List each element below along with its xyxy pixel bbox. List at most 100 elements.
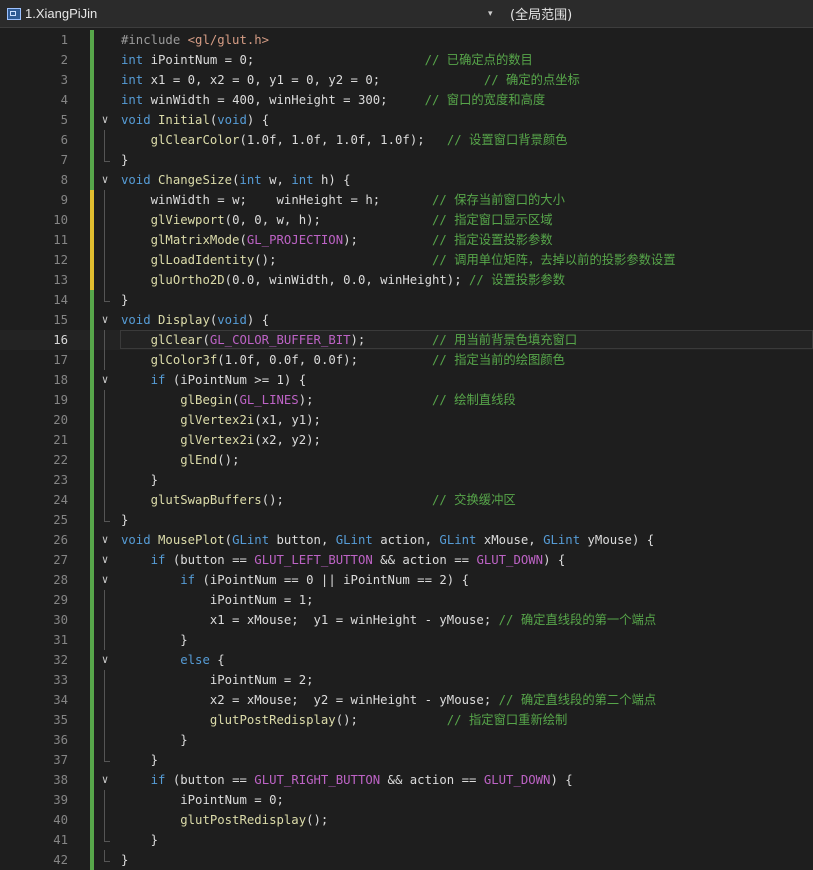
code-text: if (button == GLUT_LEFT_BUTTON && action… [150,553,566,567]
code-line[interactable]: 40 glutPostRedisplay(); [0,810,813,830]
code-line[interactable]: 30 x1 = xMouse; y1 = winHeight - yMouse;… [0,610,813,630]
change-indicator [90,730,94,750]
code-line[interactable]: 11 glMatrixMode(GL_PROJECTION); // 指定设置投… [0,230,813,250]
project-name: 1.XiangPiJin [25,6,98,21]
code-line[interactable]: 8 ∨ void ChangeSize(int w, int h) { [0,170,813,190]
code-text: iPointNum = 1; [209,593,314,607]
code-editor[interactable]: 1 #include <gl/glut.h> 2 int iPointNum = 0;… [0,28,813,870]
fold-end [100,150,110,170]
fold-guide [100,190,110,210]
scope-dropdown[interactable]: (全局范围) [496,0,813,27]
collapse-chevron-icon[interactable]: ∨ [100,310,110,330]
code-text: if (iPointNum >= 1) { [150,373,307,387]
code-line[interactable]: 23 } [0,470,813,490]
chevron-down-icon[interactable]: ▾ [488,9,493,19]
code-line[interactable]: 36 } [0,730,813,750]
line-number: 9 [60,193,68,207]
code-line[interactable]: 34 x2 = xMouse; y2 = winHeight - yMouse;… [0,690,813,710]
change-indicator [90,770,94,790]
code-line[interactable]: 13 gluOrtho2D(0.0, winWidth, 0.0, winHei… [0,270,813,290]
collapse-chevron-icon[interactable]: ∨ [100,370,110,390]
change-indicator [90,430,94,450]
fold-end [100,510,110,530]
code-line[interactable]: 27 ∨ if (button == GLUT_LEFT_BUTTON && ac… [0,550,813,570]
code-line[interactable]: 6 glClearColor(1.0f, 1.0f, 1.0f, 1.0f); … [0,130,813,150]
fold-guide [100,690,110,710]
fold-guide [100,450,110,470]
code-text: glutPostRedisplay(); // 指定窗口重新绘制 [209,713,568,727]
fold-guide [100,410,110,430]
code-line[interactable]: 10 glViewport(0, 0, w, h); // 指定窗口显示区域 [0,210,813,230]
code-line[interactable]: 31 } [0,630,813,650]
collapse-chevron-icon[interactable]: ∨ [100,570,110,590]
line-number: 22 [53,453,68,467]
code-line[interactable]: 4 int winWidth = 400, winHeight = 300; //… [0,90,813,110]
code-line[interactable]: 24 glutSwapBuffers(); // 交换缓冲区 [0,490,813,510]
line-number: 7 [60,153,68,167]
line-number: 13 [53,273,68,287]
code-line[interactable]: 20 glVertex2i(x1, y1); [0,410,813,430]
fold-guide [100,810,110,830]
collapse-chevron-icon[interactable]: ∨ [100,550,110,570]
line-number: 28 [53,573,68,587]
code-text: } [121,753,159,767]
code-text: gluOrtho2D(0.0, winWidth, 0.0, winHeight… [150,273,566,287]
code-line[interactable]: 3 int x1 = 0, x2 = 0, y1 = 0, y2 = 0; // … [0,70,813,90]
code-line[interactable]: 37 } [0,750,813,770]
code-line[interactable]: 35 glutPostRedisplay(); // 指定窗口重新绘制 [0,710,813,730]
code-line[interactable]: 26 ∨ void MousePlot(GLint button, GLint ac… [0,530,813,550]
change-indicator [90,50,94,70]
code-line[interactable]: 33 iPointNum = 2; [0,670,813,690]
line-number: 15 [53,313,68,327]
code-text: glViewport(0, 0, w, h); // 指定窗口显示区域 [150,213,553,227]
code-line[interactable]: 12 glLoadIdentity(); // 调用单位矩阵，去掉以前的投影参数… [0,250,813,270]
fold-guide [100,230,110,250]
code-line[interactable]: 18 ∨ if (iPointNum >= 1) { [0,370,813,390]
code-line[interactable]: 19 glBegin(GL_LINES); // 绘制直线段 [0,390,813,410]
code-line[interactable]: 2 int iPointNum = 0; // 已确定点的数目 [0,50,813,70]
change-indicator [90,230,94,250]
change-indicator [90,150,94,170]
line-number: 40 [53,813,68,827]
code-line[interactable]: 38 ∨ if (button == GLUT_RIGHT_BUTTON && a… [0,770,813,790]
code-line[interactable]: 17 glColor3f(1.0f, 0.0f, 0.0f); // 指定当前的… [0,350,813,370]
code-line[interactable]: 41 } [0,830,813,850]
code-line[interactable]: 25} [0,510,813,530]
code-line[interactable]: 9 winWidth = w; winHeight = h; // 保存当前窗口… [0,190,813,210]
code-line[interactable]: 32 ∨ else { [0,650,813,670]
code-line[interactable]: 28 ∨ if (iPointNum == 0 || iPointNum == 2… [0,570,813,590]
code-line[interactable]: 39 iPointNum = 0; [0,790,813,810]
code-line[interactable]: 21 glVertex2i(x2, y2); [0,430,813,450]
code-text: glEnd(); [180,453,240,467]
code-line[interactable]: 7} [0,150,813,170]
code-line[interactable]: 16 glClear(GL_COLOR_BUFFER_BIT); // 用当前背… [0,330,813,350]
project-dropdown[interactable]: 1.XiangPiJin [0,0,494,27]
collapse-chevron-icon[interactable]: ∨ [100,170,110,190]
fold-guide [100,250,110,270]
code-line[interactable]: 42} [0,850,813,870]
collapse-chevron-icon[interactable]: ∨ [100,530,110,550]
code-line[interactable]: 1 #include <gl/glut.h> [0,30,813,50]
code-line[interactable]: 15 ∨ void Display(void) { [0,310,813,330]
code-line[interactable]: 29 iPointNum = 1; [0,590,813,610]
line-number: 1 [60,33,68,47]
change-indicator [90,310,94,330]
collapse-chevron-icon[interactable]: ∨ [100,110,110,130]
change-indicator [90,690,94,710]
line-number: 12 [53,253,68,267]
code-text: glMatrixMode(GL_PROJECTION); // 指定设置投影参数 [150,233,553,247]
code-text: } [121,733,188,747]
fold-guide [100,670,110,690]
collapse-chevron-icon[interactable]: ∨ [100,770,110,790]
code-text: } [121,513,129,527]
collapse-chevron-icon[interactable]: ∨ [100,650,110,670]
code-line[interactable]: 22 glEnd(); [0,450,813,470]
code-line[interactable]: 14} [0,290,813,310]
code-line[interactable]: 5 ∨ void Initial(void) { [0,110,813,130]
fold-end [100,750,110,770]
change-indicator [90,410,94,430]
code-text: int iPointNum = 0; // 已确定点的数目 [121,53,533,67]
change-indicator [90,30,94,50]
line-number: 32 [53,653,68,667]
line-number: 19 [53,393,68,407]
